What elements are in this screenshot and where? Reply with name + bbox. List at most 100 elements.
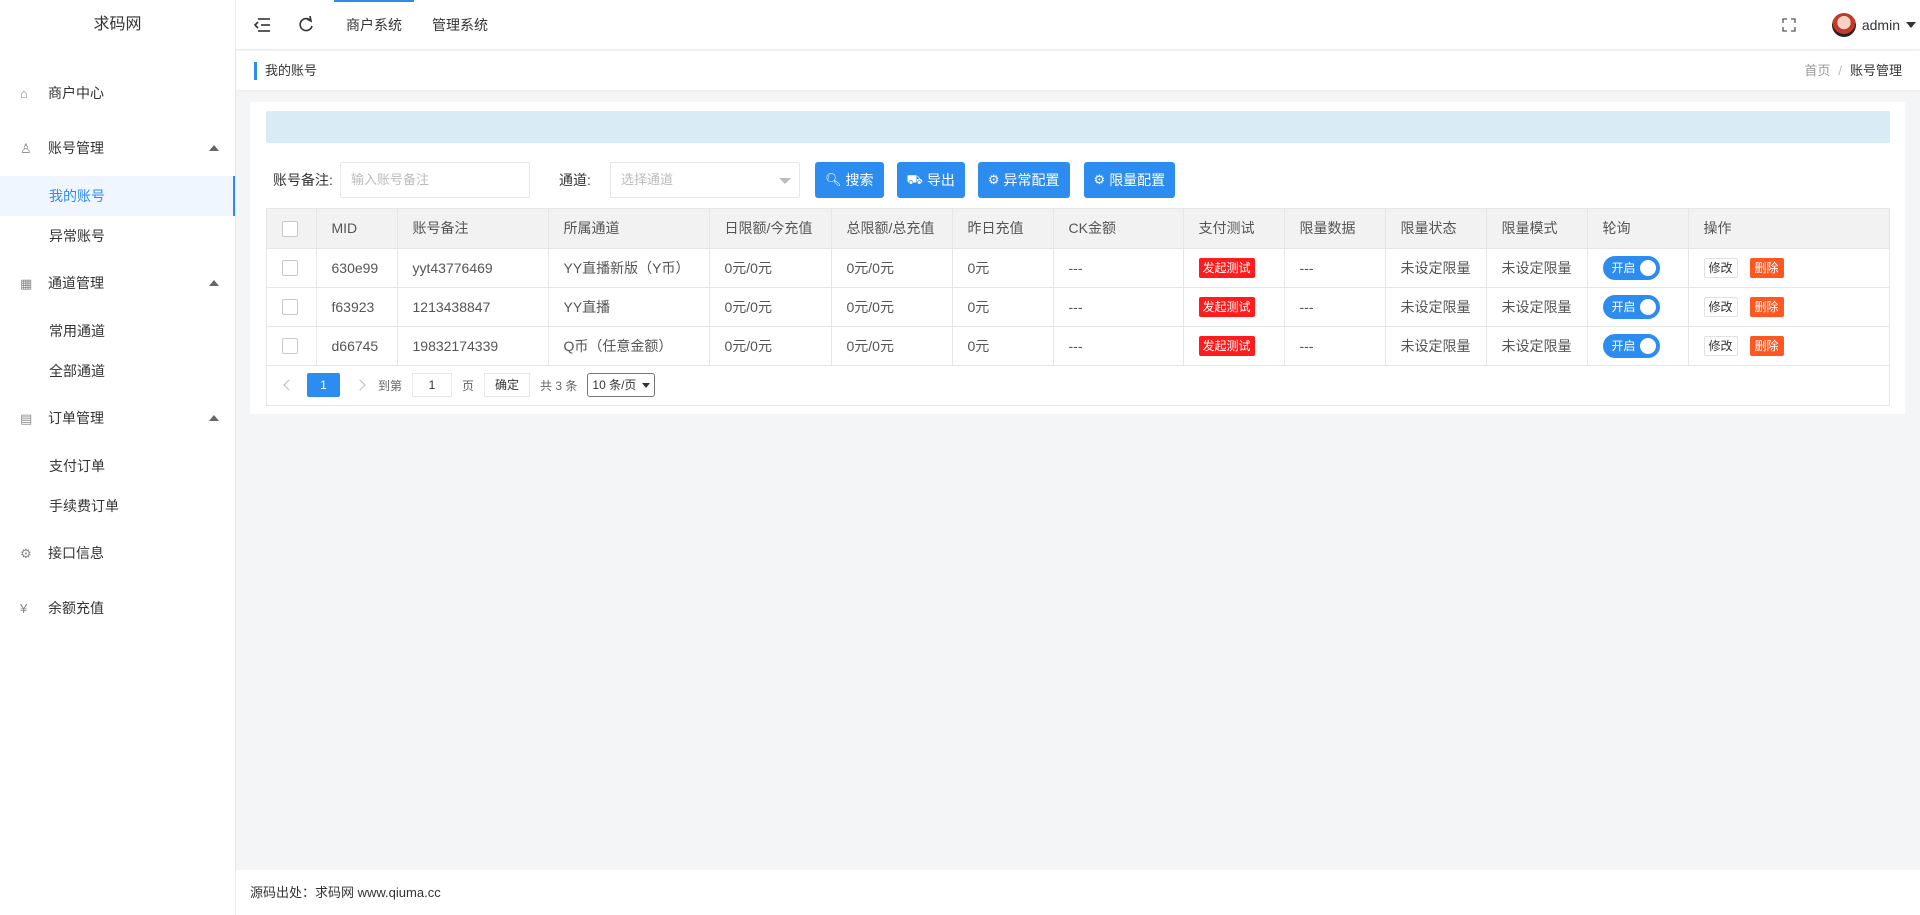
user-menu[interactable]: admin [1831, 0, 1916, 50]
sidebar: 求码网 ⌂ 商户中心 ♙ 账号管理 我的账号 异常账号 ▦ 通道管理 常用通道 … [0, 0, 236, 915]
abnormal-config-button[interactable]: ⚙ 异常配置 [977, 162, 1070, 198]
cell-mid: f63923 [316, 287, 398, 327]
export-button[interactable]: ⛟ 导出 [896, 162, 965, 198]
start-test-button[interactable]: 发起测试 [1198, 335, 1255, 356]
polling-toggle[interactable]: 开启 [1602, 255, 1660, 280]
cell-limit-status: 未设定限量 [1385, 248, 1487, 288]
start-test-button[interactable]: 发起测试 [1198, 257, 1255, 278]
page-number-current[interactable]: 1 [307, 373, 340, 397]
delete-button[interactable]: 删除 [1749, 296, 1784, 317]
gear-icon: ⚙ [20, 546, 32, 561]
row-checkbox[interactable] [282, 299, 298, 316]
prev-page-icon[interactable] [283, 379, 295, 391]
export-button-label: 导出 [926, 172, 955, 188]
tab-merchant-system[interactable]: 商户系统 [334, 0, 414, 50]
goto-page-input[interactable]: 1 [412, 373, 453, 397]
polling-toggle[interactable]: 开启 [1602, 294, 1660, 319]
sidebar-subitem-payment-orders[interactable]: 支付订单 [0, 446, 235, 486]
column-header: 所属通道 [548, 209, 710, 249]
site-logo[interactable]: 求码网 [0, 0, 235, 50]
channel-select[interactable]: 选择通道 [610, 162, 800, 198]
sidebar-subitem-fee-orders[interactable]: 手续费订单 [0, 486, 235, 526]
sidebar-item-account-management[interactable]: ♙ 账号管理 [0, 121, 235, 176]
cell-ck-amount: --- [1053, 287, 1184, 327]
cell-channel: Q币（任意金额） [548, 326, 710, 366]
edit-button[interactable]: 修改 [1703, 335, 1738, 356]
edit-button[interactable]: 修改 [1703, 296, 1738, 317]
edit-button[interactable]: 修改 [1703, 257, 1738, 278]
cell-limit-mode: 未设定限量 [1486, 287, 1588, 327]
notice-bar [266, 111, 1890, 143]
cell-mid: 630e99 [316, 248, 398, 288]
delete-button[interactable]: 删除 [1749, 335, 1784, 356]
sidebar-item-balance-recharge[interactable]: ¥ 余额充值 [0, 581, 235, 636]
remark-input[interactable]: 输入账号备注 [340, 162, 530, 198]
refresh-icon[interactable] [298, 0, 314, 50]
table-row: 630e99 yyt43776469 YY直播新版（Y币） 0元/0元 0元/0… [267, 248, 1889, 288]
menu-toggle-icon[interactable] [253, 0, 270, 50]
yen-icon: ¥ [20, 601, 28, 616]
column-header: 操作 [1688, 209, 1889, 249]
delete-button[interactable]: 删除 [1749, 257, 1784, 278]
sidebar-item-merchant-center[interactable]: ⌂ 商户中心 [0, 66, 235, 121]
sidebar-item-api-info[interactable]: ⚙ 接口信息 [0, 526, 235, 581]
cell-daily-limit: 0元/0元 [709, 326, 832, 366]
polling-toggle[interactable]: 开启 [1602, 333, 1660, 358]
column-header: 限量数据 [1284, 209, 1386, 249]
sidebar-item-channel-management[interactable]: ▦ 通道管理 [0, 256, 235, 311]
cell-polling: 开启 [1587, 248, 1689, 288]
row-select-cell [267, 326, 317, 366]
polling-toggle-label: 开启 [1611, 338, 1636, 353]
cell-total-limit: 0元/0元 [831, 326, 953, 366]
fullscreen-icon[interactable] [1782, 0, 1796, 50]
page-size-select[interactable]: 10 条/页 [587, 373, 656, 397]
row-select-cell [267, 287, 317, 327]
avatar [1831, 13, 1856, 37]
cell-limit-mode: 未设定限量 [1486, 326, 1588, 366]
page-unit-label: 页 [462, 378, 475, 393]
tab-admin-system[interactable]: 管理系统 [432, 0, 488, 50]
sidebar-subitem-abnormal-accounts[interactable]: 异常账号 [0, 216, 235, 256]
sidebar-subitem-my-accounts[interactable]: 我的账号 [0, 176, 235, 216]
search-button[interactable]: 🔍︎ 搜索 [815, 162, 884, 198]
limit-config-label: 限量配置 [1109, 172, 1166, 188]
column-header: CK金额 [1053, 209, 1184, 249]
grid-icon: ▦ [20, 276, 33, 291]
export-icon: ⛟ [906, 172, 923, 187]
start-test-button[interactable]: 发起测试 [1198, 296, 1255, 317]
cell-remark: 1213438847 [397, 287, 549, 327]
cell-yesterday: 0元 [952, 287, 1054, 327]
cell-polling: 开启 [1587, 287, 1689, 327]
goto-confirm-button[interactable]: 确定 [484, 373, 531, 397]
cell-pay-test: 发起测试 [1183, 287, 1285, 327]
row-select-cell [267, 248, 317, 288]
toggle-knob [1639, 337, 1656, 354]
sidebar-menu: ⌂ 商户中心 ♙ 账号管理 我的账号 异常账号 ▦ 通道管理 常用通道 全部通道… [0, 66, 235, 636]
cell-total-limit: 0元/0元 [831, 287, 953, 327]
row-checkbox[interactable] [282, 338, 298, 355]
breadcrumb-home[interactable]: 首页 [1804, 63, 1830, 78]
next-page-icon[interactable] [354, 379, 366, 391]
top-header: 商户系统 管理系统 admin [236, 0, 1920, 50]
cell-limit-status: 未设定限量 [1385, 326, 1487, 366]
cell-pay-test: 发起测试 [1183, 326, 1285, 366]
limit-config-button[interactable]: ⚙ 限量配置 [1083, 162, 1176, 198]
column-header: 限量模式 [1486, 209, 1588, 249]
remark-label: 账号备注: [273, 172, 333, 188]
column-header: 日限额/今充值 [709, 209, 832, 249]
sidebar-item-label: 接口信息 [48, 545, 104, 561]
page-tab-current[interactable]: 我的账号 [254, 62, 317, 80]
sidebar-subitem-common-channels[interactable]: 常用通道 [0, 311, 235, 351]
sidebar-item-label: 通道管理 [48, 275, 104, 291]
column-header: 轮询 [1587, 209, 1689, 249]
sidebar-subitem-all-channels[interactable]: 全部通道 [0, 351, 235, 391]
gear-icon: ⚙ [1093, 172, 1106, 187]
cell-daily-limit: 0元/0元 [709, 248, 832, 288]
page-size-value: 10 条/页 [592, 378, 637, 392]
select-all-checkbox[interactable] [282, 220, 298, 237]
row-checkbox[interactable] [282, 260, 298, 277]
user-icon: ♙ [20, 141, 32, 156]
cell-yesterday: 0元 [952, 248, 1054, 288]
sidebar-item-order-management[interactable]: ▤ 订单管理 [0, 391, 235, 446]
cell-yesterday: 0元 [952, 326, 1054, 366]
